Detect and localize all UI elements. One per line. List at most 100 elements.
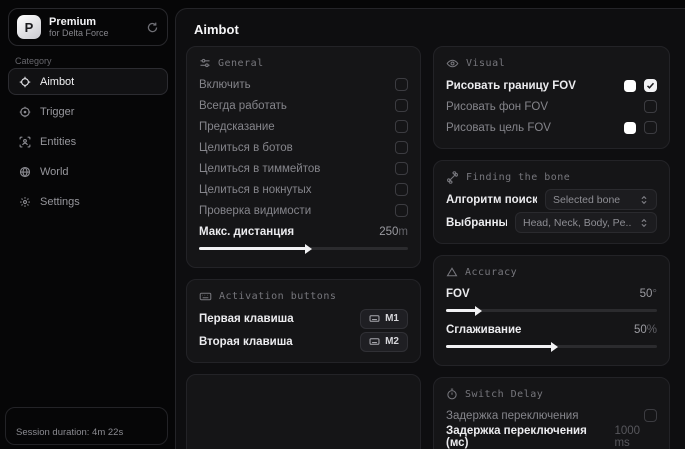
switch-delay-slider-row: Задержка переключения (мс) 1000 ms bbox=[446, 424, 657, 449]
bone-header: Finding the bone bbox=[446, 171, 657, 184]
selected-bones-label: Выбранные кос bbox=[446, 216, 507, 229]
aim-bots-checkbox[interactable] bbox=[395, 141, 408, 154]
left-column: General Включить Всегда работать Предска… bbox=[186, 46, 421, 449]
enable-checkbox[interactable] bbox=[395, 78, 408, 91]
session-card: Session duration: 4m 22s bbox=[5, 407, 168, 445]
sidebar-item-settings[interactable]: Settings bbox=[8, 188, 168, 215]
sidebar-item-aimbot[interactable]: Aimbot bbox=[8, 68, 168, 95]
visual-header: Visual bbox=[446, 57, 657, 70]
visual-row: Рисовать границу FOV bbox=[446, 75, 657, 96]
bone-algorithm-value: Selected bone bbox=[553, 193, 621, 206]
general-header: General bbox=[199, 57, 408, 69]
slider-thumb[interactable] bbox=[304, 243, 312, 254]
keyboard-icon bbox=[369, 313, 380, 324]
fov-value: 50° bbox=[639, 287, 657, 300]
draw-fov-bg-checkbox[interactable] bbox=[644, 100, 657, 113]
toggle-label: Включить bbox=[199, 78, 251, 91]
switch-delay-value: 1000 ms bbox=[614, 424, 641, 449]
smoothing-slider[interactable] bbox=[446, 341, 657, 352]
toggle-label: Предсказание bbox=[199, 120, 275, 133]
toggle-label: Целиться в нокнутых bbox=[199, 183, 312, 196]
page-title: Aimbot bbox=[194, 22, 239, 37]
toggle-label: Целиться в тиммейтов bbox=[199, 162, 321, 175]
toggle-row: Проверка видимости bbox=[199, 200, 408, 221]
bone-algorithm-label: Алгоритм поиска кост bbox=[446, 193, 537, 206]
keybind-row: Первая клавиша M1 bbox=[199, 308, 408, 329]
general-header-label: General bbox=[218, 57, 264, 69]
aim-knocked-checkbox[interactable] bbox=[395, 183, 408, 196]
draw-fov-target-checkbox[interactable] bbox=[644, 121, 657, 134]
selected-bones-value: Head, Neck, Body, Pe.. bbox=[523, 216, 632, 229]
target-icon bbox=[19, 106, 31, 118]
prediction-checkbox[interactable] bbox=[395, 120, 408, 133]
bone-algorithm-select[interactable]: Selected bone bbox=[545, 189, 657, 210]
bone-icon bbox=[446, 171, 459, 184]
slider-fill bbox=[446, 341, 558, 352]
visual-header-label: Visual bbox=[466, 58, 506, 69]
activation-card: Activation buttons Первая клавиша M1 Вто… bbox=[186, 279, 421, 363]
sidebar-item-label: Trigger bbox=[40, 105, 75, 118]
fov-slider[interactable] bbox=[446, 305, 657, 316]
content-columns: General Включить Всегда работать Предска… bbox=[176, 46, 685, 449]
sidebar-item-label: Entities bbox=[40, 135, 77, 148]
row-controls bbox=[624, 79, 657, 92]
first-key-button[interactable]: M1 bbox=[360, 308, 408, 329]
keyboard-icon bbox=[199, 290, 212, 303]
first-key-label: Первая клавиша bbox=[199, 312, 294, 325]
always-work-checkbox[interactable] bbox=[395, 99, 408, 112]
fov-target-color-swatch[interactable] bbox=[624, 121, 636, 134]
accuracy-card: Accuracy FOV 50° Сглаживание 50% bbox=[433, 255, 670, 366]
switch-delay-header-label: Switch Delay bbox=[465, 388, 544, 400]
row-controls bbox=[644, 100, 657, 113]
second-key-value: M2 bbox=[385, 336, 399, 347]
max-distance-value: 250m bbox=[379, 225, 408, 238]
switch-delay-toggle-row: Задержка переключения bbox=[446, 405, 657, 426]
general-card: General Включить Всегда работать Предска… bbox=[186, 46, 421, 268]
visual-card: Visual Рисовать границу FOV Рисовать фон… bbox=[433, 46, 670, 149]
switch-delay-card: Switch Delay Задержка переключения Задер… bbox=[433, 377, 670, 449]
sidebar-item-label: World bbox=[40, 165, 69, 178]
toggle-label: Всегда работать bbox=[199, 99, 287, 112]
stopwatch-icon bbox=[446, 388, 458, 400]
accuracy-header: Accuracy bbox=[446, 266, 657, 278]
toggle-row: Целиться в нокнутых bbox=[199, 179, 408, 200]
max-distance-label: Макс. дистанция bbox=[199, 225, 295, 238]
toggle-row: Всегда работать bbox=[199, 95, 408, 116]
toggle-row: Предсказание bbox=[199, 116, 408, 137]
visibility-check-checkbox[interactable] bbox=[395, 204, 408, 217]
sidebar-item-label: Settings bbox=[40, 195, 80, 208]
visual-row: Рисовать цель FOV bbox=[446, 117, 657, 138]
smoothing-value: 50% bbox=[633, 323, 657, 336]
keybind-row: Вторая клавиша M2 bbox=[199, 331, 408, 352]
draw-fov-border-checkbox[interactable] bbox=[644, 79, 657, 92]
main-panel: Aimbot General Включить Всегда работать bbox=[175, 8, 685, 449]
triangle-icon bbox=[446, 266, 458, 278]
sidebar-item-world[interactable]: World bbox=[8, 158, 168, 185]
slider-thumb[interactable] bbox=[474, 305, 482, 316]
switch-delay-checkbox[interactable] bbox=[644, 409, 657, 422]
category-label: Category bbox=[15, 56, 52, 66]
sliders-icon bbox=[199, 57, 211, 69]
activation-header: Activation buttons bbox=[199, 290, 408, 303]
aim-teammates-checkbox[interactable] bbox=[395, 162, 408, 175]
selected-bones-row: Выбранные кос Head, Neck, Body, Pe.. bbox=[446, 212, 657, 233]
brand-subtitle: for Delta Force bbox=[49, 28, 109, 39]
first-key-value: M1 bbox=[385, 313, 399, 324]
max-distance-slider[interactable] bbox=[199, 243, 408, 254]
slider-label-row: Макс. дистанция 250m bbox=[199, 221, 408, 242]
toggle-label: Проверка видимости bbox=[199, 204, 312, 217]
sidebar-item-trigger[interactable]: Trigger bbox=[8, 98, 168, 125]
brand-title: Premium bbox=[49, 15, 97, 28]
person-scan-icon bbox=[19, 136, 31, 148]
sync-icon[interactable] bbox=[146, 21, 159, 34]
row-controls bbox=[624, 121, 657, 134]
sidebar-item-entities[interactable]: Entities bbox=[8, 128, 168, 155]
fov-border-color-swatch[interactable] bbox=[624, 79, 636, 92]
second-key-button[interactable]: M2 bbox=[360, 331, 408, 352]
fov-row: FOV 50° bbox=[446, 283, 657, 304]
selected-bones-select[interactable]: Head, Neck, Body, Pe.. bbox=[515, 212, 657, 233]
brand-text: Premium for Delta Force bbox=[49, 16, 138, 39]
brand-logo: P bbox=[17, 15, 41, 39]
slider-thumb[interactable] bbox=[550, 341, 558, 352]
bone-algorithm-row: Алгоритм поиска кост Selected bone bbox=[446, 189, 657, 210]
